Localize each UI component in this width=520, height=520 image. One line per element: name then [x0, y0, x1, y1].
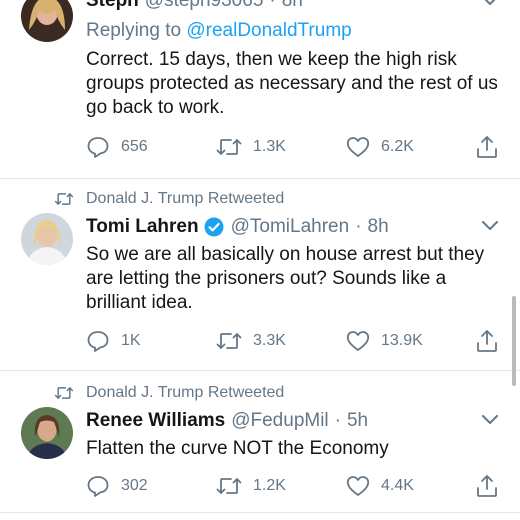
like-count: 4.4K: [381, 477, 414, 494]
display-name[interactable]: Renee Williams: [86, 410, 225, 432]
tweet-separator: [0, 512, 520, 513]
avatar[interactable]: [21, 407, 73, 459]
retweet-button[interactable]: 3.3K: [216, 328, 286, 354]
reply-count: 302: [121, 477, 148, 494]
verified-badge-icon: [204, 217, 224, 237]
tweet-header: Steph @steph93065 · 8h: [86, 0, 303, 14]
retweet-icon: [54, 385, 74, 401]
retweet-button[interactable]: 1.3K: [216, 134, 286, 160]
retweeted-by-label[interactable]: Donald J. Trump Retweeted: [86, 384, 284, 402]
scrollbar[interactable]: [512, 296, 516, 386]
separator-dot: ·: [334, 410, 341, 431]
tweet-actions: 1K 3.3K 13.9K: [86, 328, 506, 354]
avatar[interactable]: [21, 213, 73, 265]
retweet-count: 3.3K: [253, 332, 286, 349]
retweet-count: 1.2K: [253, 477, 286, 494]
separator-dot: ·: [269, 0, 276, 11]
reply-icon: [86, 329, 110, 353]
display-name[interactable]: Tomi Lahren: [86, 216, 199, 238]
timestamp[interactable]: 8h: [368, 216, 389, 238]
tweet-actions: 656 1.3K 6.2K: [86, 134, 506, 160]
avatar[interactable]: [21, 0, 73, 42]
like-button[interactable]: 4.4K: [346, 473, 414, 499]
mention-link[interactable]: @realDonaldTrump: [186, 20, 351, 41]
retweet-icon: [54, 191, 74, 207]
reply-button[interactable]: 656: [86, 134, 148, 160]
replying-to: Replying to @realDonaldTrump: [86, 20, 352, 42]
tweet-text: Flatten the curve NOT the Economy: [86, 438, 389, 459]
retweet-icon: [216, 475, 242, 497]
separator-dot: ·: [355, 216, 362, 237]
retweet-icon: [216, 136, 242, 158]
tweet-steph[interactable]: Steph @steph93065 · 8h Replying to @real…: [0, 0, 520, 178]
replying-prefix: Replying to: [86, 20, 182, 41]
like-icon: [346, 136, 370, 158]
retweeted-by: Donald J. Trump Retweeted: [54, 188, 284, 210]
like-button[interactable]: 13.9K: [346, 328, 423, 354]
retweet-count: 1.3K: [253, 138, 286, 155]
handle[interactable]: @TomiLahren: [231, 216, 350, 238]
chevron-down-icon[interactable]: [482, 0, 498, 6]
retweeted-by: Donald J. Trump Retweeted: [54, 382, 284, 404]
reply-button[interactable]: 302: [86, 473, 148, 499]
tweet-renee-williams[interactable]: Donald J. Trump Retweeted Renee Williams…: [0, 371, 520, 520]
retweet-button[interactable]: 1.2K: [216, 473, 286, 499]
reply-icon: [86, 474, 110, 498]
share-button[interactable]: [476, 134, 498, 160]
like-count: 13.9K: [381, 332, 423, 349]
reply-count: 656: [121, 138, 148, 155]
share-icon: [476, 135, 498, 159]
reply-icon: [86, 135, 110, 159]
reply-count: 1K: [121, 332, 141, 349]
like-button[interactable]: 6.2K: [346, 134, 414, 160]
tweet-text: So we are all basically on house arrest …: [86, 244, 485, 313]
handle[interactable]: @FedupMil: [231, 410, 328, 432]
share-button[interactable]: [476, 473, 498, 499]
like-icon: [346, 330, 370, 352]
timestamp[interactable]: 8h: [282, 0, 303, 12]
share-icon: [476, 474, 498, 498]
share-icon: [476, 329, 498, 353]
share-button[interactable]: [476, 328, 498, 354]
reply-button[interactable]: 1K: [86, 328, 141, 354]
timestamp[interactable]: 5h: [347, 410, 368, 432]
tweet-header: Renee Williams @FedupMil · 5h: [86, 408, 368, 434]
retweet-icon: [216, 330, 242, 352]
tweet-text: Correct. 15 days, then we keep the high …: [86, 49, 498, 118]
display-name[interactable]: Steph: [86, 0, 139, 12]
chevron-down-icon[interactable]: [482, 221, 498, 231]
like-icon: [346, 475, 370, 497]
like-count: 6.2K: [381, 138, 414, 155]
chevron-down-icon[interactable]: [482, 415, 498, 425]
handle[interactable]: @steph93065: [145, 0, 264, 12]
tweet-header: Tomi Lahren @TomiLahren · 8h: [86, 214, 389, 240]
tweet-actions: 302 1.2K 4.4K: [86, 473, 506, 499]
retweeted-by-label[interactable]: Donald J. Trump Retweeted: [86, 190, 284, 208]
tweet-tomi-lahren[interactable]: Donald J. Trump Retweeted Tomi Lahren @T…: [0, 179, 520, 369]
